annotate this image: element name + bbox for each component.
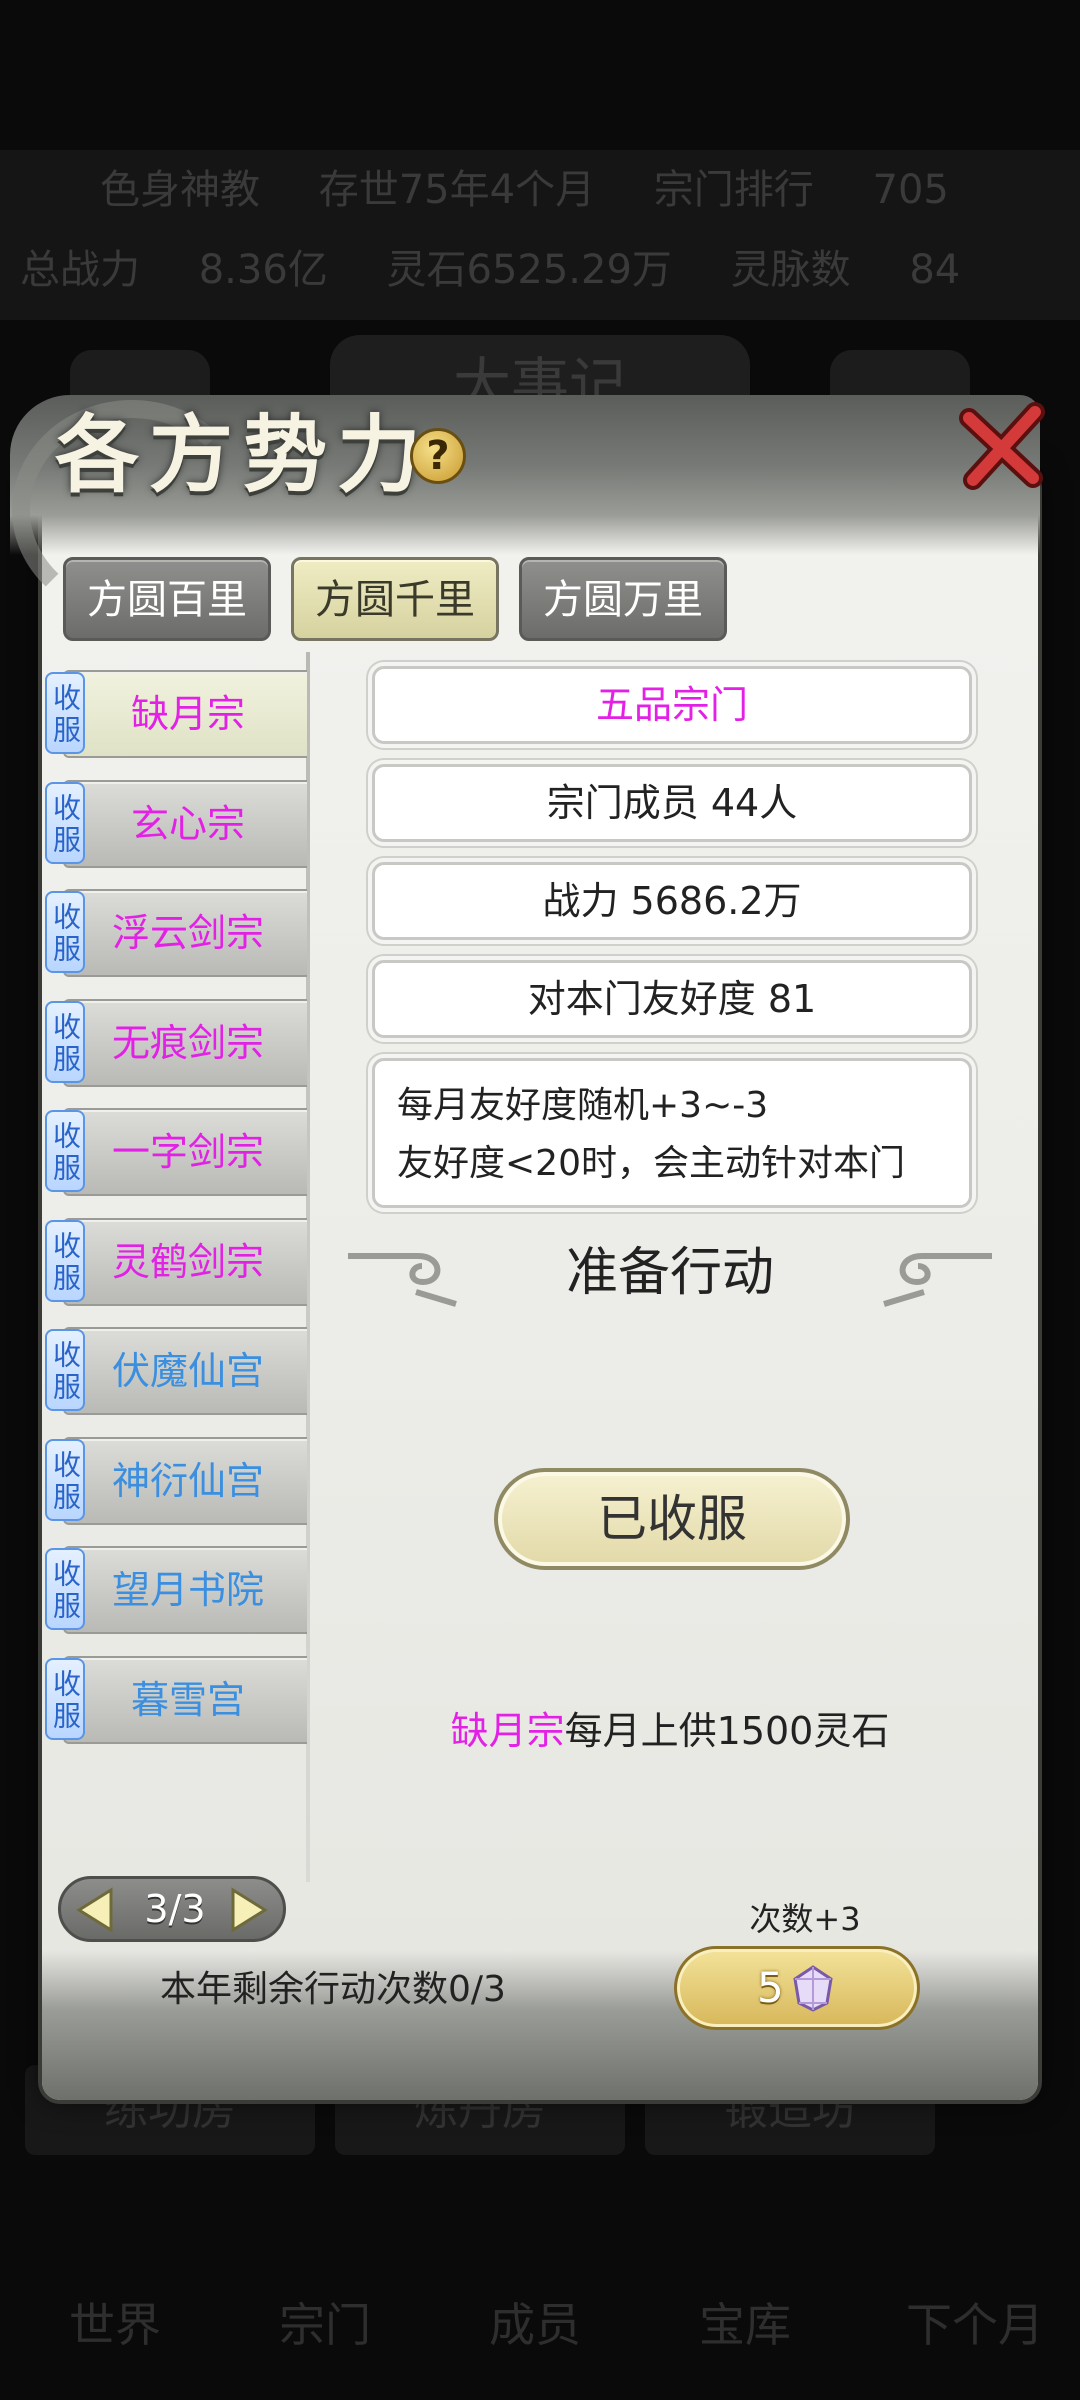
bg-nav-members: 成员 bbox=[489, 2298, 581, 2352]
prev-page-icon[interactable] bbox=[71, 1885, 121, 1935]
members-box: 宗门成员 44人 bbox=[372, 764, 972, 842]
subdued-tag: 收服 bbox=[45, 1548, 85, 1630]
tab-ten-thousand-li[interactable]: 方圆万里 bbox=[519, 557, 727, 641]
sect-list-item[interactable]: 神衍仙宫 收服 bbox=[45, 1436, 307, 1525]
sect-power: 战力 5686.2万 bbox=[542, 879, 802, 923]
help-icon[interactable]: ? bbox=[410, 428, 466, 484]
sect-name: 望月书院 bbox=[111, 1568, 264, 1612]
description-line-2: 友好度<20时，会主动针对本门 bbox=[397, 1143, 905, 1184]
subdued-tag: 收服 bbox=[45, 1657, 85, 1740]
close-icon[interactable] bbox=[955, 398, 1051, 494]
extra-count-label: 次数+3 bbox=[749, 1900, 861, 1938]
sect-list-item[interactable]: 一字剑宗 收服 bbox=[45, 1108, 307, 1196]
page-indicator: 3/3 bbox=[144, 1887, 206, 1931]
dialog-title: 各方势力 bbox=[55, 405, 432, 504]
sect-name: 灵鹤剑宗 bbox=[111, 1239, 264, 1284]
subdued-tag: 收服 bbox=[45, 672, 85, 754]
description-box: 每月友好度随机+3~-3 友好度<20时，会主动针对本门 bbox=[372, 1058, 972, 1208]
cost-amount: 5 bbox=[757, 1963, 784, 2012]
sect-list-item[interactable]: 缺月宗 收服 bbox=[45, 670, 307, 758]
background-stats-panel: 色身神教 存世75年4个月 宗门排行 705 总战力 8.36亿 灵石6525.… bbox=[0, 150, 1080, 320]
bg-vein-value: 84 bbox=[909, 247, 961, 293]
claimed-button[interactable]: 已收服 bbox=[494, 1468, 850, 1570]
next-page-icon[interactable] bbox=[223, 1885, 273, 1935]
remaining-actions: 本年剩余行动次数0/3 bbox=[160, 1969, 506, 2010]
sect-name: 一字剑宗 bbox=[111, 1130, 264, 1174]
background-stats-row-2: 总战力 8.36亿 灵石6525.29万 灵脉数 84 bbox=[20, 240, 1060, 300]
sect-list-item[interactable]: 暮雪宫 收服 bbox=[45, 1655, 307, 1744]
bg-rank-label: 宗门排行 bbox=[653, 167, 814, 213]
tribute-amount: 每月上供1500灵石 bbox=[564, 1709, 890, 1753]
bg-power-label: 总战力 bbox=[20, 247, 140, 293]
subdued-tag: 收服 bbox=[45, 1000, 85, 1083]
sect-name: 伏魔仙宫 bbox=[111, 1349, 264, 1393]
sect-name: 玄心宗 bbox=[130, 801, 245, 846]
sect-list-item[interactable]: 无痕剑宗 收服 bbox=[45, 998, 307, 1087]
subdued-tag: 收服 bbox=[45, 781, 85, 864]
sect-list-item[interactable]: 伏魔仙宫 收服 bbox=[45, 1327, 307, 1415]
friendliness-box: 对本门友好度 81 bbox=[372, 960, 972, 1038]
pager: 3/3 bbox=[58, 1876, 286, 1942]
bg-age: 存世75年4个月 bbox=[318, 167, 596, 213]
sect-name: 浮云剑宗 bbox=[111, 911, 264, 955]
sect-list-item[interactable]: 玄心宗 收服 bbox=[45, 779, 307, 868]
tribute-sect-name: 缺月宗 bbox=[450, 1709, 565, 1753]
subdued-tag: 收服 bbox=[45, 1219, 85, 1302]
tribute-text: 缺月宗每月上供1500灵石 bbox=[330, 1700, 1010, 1755]
tab-thousand-li[interactable]: 方圆千里 bbox=[291, 557, 499, 641]
background-stats-row-1: 色身神教 存世75年4个月 宗门排行 705 bbox=[20, 160, 1060, 220]
sect-name: 无痕剑宗 bbox=[111, 1020, 264, 1065]
sect-name: 缺月宗 bbox=[130, 692, 245, 736]
bg-nav-treasury: 宝库 bbox=[699, 2298, 791, 2352]
sect-name: 暮雪宫 bbox=[130, 1677, 245, 1722]
bg-nav-sect: 宗门 bbox=[279, 2298, 371, 2352]
power-box: 战力 5686.2万 bbox=[372, 862, 972, 940]
buy-actions-button[interactable]: 5 bbox=[674, 1946, 920, 2030]
bg-rank-value: 705 bbox=[872, 167, 949, 213]
tab-hundred-li[interactable]: 方圆百里 bbox=[63, 557, 271, 641]
sect-members: 宗门成员 44人 bbox=[546, 781, 798, 825]
bg-nav-next-month: 下个月 bbox=[906, 2298, 1044, 2352]
bg-sect-name: 色身神教 bbox=[100, 167, 260, 213]
bg-spirit-stone: 灵石6525.29万 bbox=[386, 247, 672, 293]
sect-rank: 五品宗门 bbox=[595, 683, 748, 727]
sect-list-item[interactable]: 灵鹤剑宗 收服 bbox=[45, 1217, 307, 1306]
subdued-tag: 收服 bbox=[45, 1438, 85, 1521]
bg-nav-world: 世界 bbox=[69, 2298, 161, 2352]
sect-name: 神衍仙宫 bbox=[111, 1458, 264, 1503]
spirit-crystal-icon bbox=[793, 1965, 833, 2012]
subdued-tag: 收服 bbox=[45, 891, 85, 973]
sect-friendliness: 对本门友好度 81 bbox=[527, 977, 817, 1021]
bg-power-value: 8.36亿 bbox=[198, 247, 328, 293]
bg-vein-label: 灵脉数 bbox=[730, 247, 851, 293]
rank-box: 五品宗门 bbox=[372, 666, 972, 744]
subdued-tag: 收服 bbox=[45, 1110, 85, 1192]
sect-list-item[interactable]: 浮云剑宗 收服 bbox=[45, 889, 307, 977]
subdued-tag: 收服 bbox=[45, 1329, 85, 1411]
action-title: 准备行动 bbox=[565, 1243, 774, 1303]
sect-list-item[interactable]: 望月书院 收服 bbox=[45, 1546, 307, 1634]
description-line-1: 每月友好度随机+3~-3 bbox=[397, 1085, 769, 1126]
